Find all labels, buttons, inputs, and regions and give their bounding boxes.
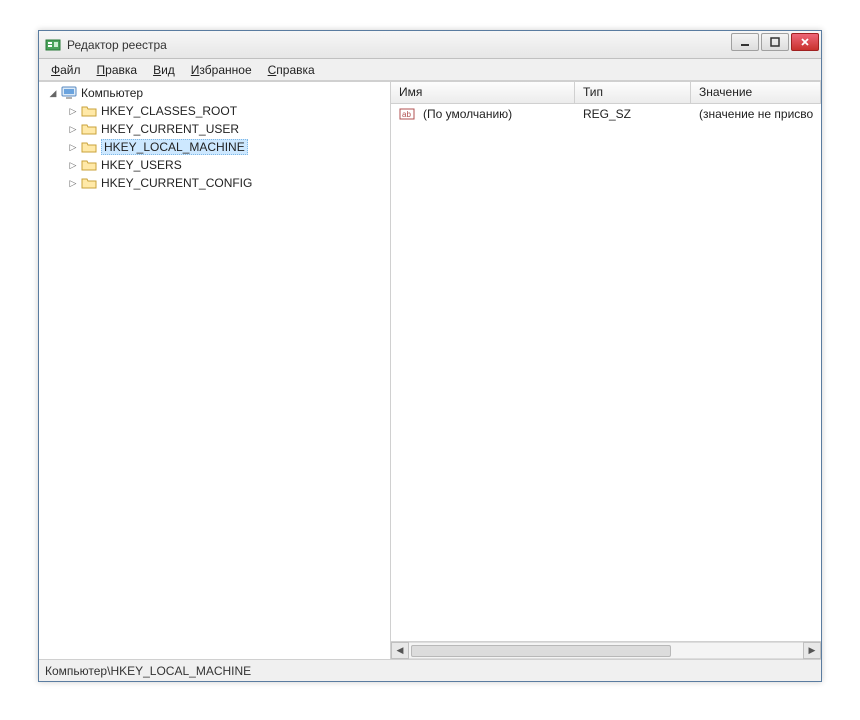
menu-file[interactable]: Файл bbox=[43, 61, 89, 79]
menubar: Файл Правка Вид Избранное Справка bbox=[39, 59, 821, 81]
value-type: REG_SZ bbox=[575, 107, 691, 121]
value-name: (По умолчанию) bbox=[423, 107, 512, 121]
column-header-value[interactable]: Значение bbox=[691, 82, 821, 103]
expander-icon[interactable]: ◢ bbox=[47, 87, 59, 99]
window-controls bbox=[731, 33, 819, 51]
scroll-left-button[interactable]: ◀ bbox=[391, 642, 409, 659]
column-header-name[interactable]: Имя bbox=[391, 82, 575, 103]
client-area: ◢ Компьютер ▷ HKEY_CLASSES_ROOT bbox=[39, 81, 821, 659]
close-button[interactable] bbox=[791, 33, 819, 51]
folder-icon bbox=[81, 103, 97, 119]
window-frame: Редактор реестра Файл Правка Вид Избранн… bbox=[38, 30, 822, 682]
expander-icon[interactable]: ▷ bbox=[67, 141, 79, 153]
tree-item-label: HKEY_CURRENT_USER bbox=[101, 122, 239, 136]
minimize-button[interactable] bbox=[731, 33, 759, 51]
status-path: Компьютер\HKEY_LOCAL_MACHINE bbox=[45, 664, 251, 678]
expander-icon[interactable]: ▷ bbox=[67, 123, 79, 135]
folder-icon bbox=[81, 157, 97, 173]
regedit-icon bbox=[45, 37, 61, 53]
tree-item-selected[interactable]: ▷ HKEY_LOCAL_MACHINE bbox=[39, 138, 390, 156]
folder-icon bbox=[81, 139, 97, 155]
list-header: Имя Тип Значение bbox=[391, 82, 821, 104]
expander-icon[interactable]: ▷ bbox=[67, 105, 79, 117]
tree-item[interactable]: ▷ HKEY_CURRENT_CONFIG bbox=[39, 174, 390, 192]
list-body[interactable]: ab (По умолчанию) REG_SZ (значение не пр… bbox=[391, 104, 821, 641]
titlebar[interactable]: Редактор реестра bbox=[39, 31, 821, 59]
value-data: (значение не присво bbox=[691, 107, 821, 121]
scroll-right-button[interactable]: ▶ bbox=[803, 642, 821, 659]
tree-item-label: HKEY_CLASSES_ROOT bbox=[101, 104, 237, 118]
tree-item[interactable]: ▷ HKEY_CURRENT_USER bbox=[39, 120, 390, 138]
tree-root-label: Компьютер bbox=[81, 86, 143, 100]
scroll-track[interactable] bbox=[409, 642, 803, 659]
menu-edit[interactable]: Правка bbox=[89, 61, 146, 79]
list-row[interactable]: ab (По умолчанию) REG_SZ (значение не пр… bbox=[391, 104, 821, 124]
list-pane: Имя Тип Значение ab (По умолчанию) bbox=[391, 82, 821, 659]
tree-item-label: HKEY_LOCAL_MACHINE bbox=[101, 139, 248, 155]
expander-icon[interactable]: ▷ bbox=[67, 177, 79, 189]
scroll-thumb[interactable] bbox=[411, 645, 671, 657]
menu-view[interactable]: Вид bbox=[145, 61, 183, 79]
folder-icon bbox=[81, 175, 97, 191]
window-title: Редактор реестра bbox=[67, 38, 167, 52]
statusbar: Компьютер\HKEY_LOCAL_MACHINE bbox=[39, 659, 821, 681]
tree-item-label: HKEY_CURRENT_CONFIG bbox=[101, 176, 252, 190]
maximize-button[interactable] bbox=[761, 33, 789, 51]
tree-pane[interactable]: ◢ Компьютер ▷ HKEY_CLASSES_ROOT bbox=[39, 82, 391, 659]
menu-favorites[interactable]: Избранное bbox=[183, 61, 260, 79]
string-value-icon: ab bbox=[399, 106, 415, 122]
tree-root[interactable]: ◢ Компьютер bbox=[39, 84, 390, 102]
tree-item[interactable]: ▷ HKEY_USERS bbox=[39, 156, 390, 174]
svg-text:ab: ab bbox=[402, 110, 411, 119]
folder-icon bbox=[81, 121, 97, 137]
horizontal-scrollbar[interactable]: ◀ ▶ bbox=[391, 641, 821, 659]
menu-help[interactable]: Справка bbox=[260, 61, 323, 79]
column-header-type[interactable]: Тип bbox=[575, 82, 691, 103]
expander-icon[interactable]: ▷ bbox=[67, 159, 79, 171]
tree-item[interactable]: ▷ HKEY_CLASSES_ROOT bbox=[39, 102, 390, 120]
computer-icon bbox=[61, 85, 77, 101]
tree-item-label: HKEY_USERS bbox=[101, 158, 182, 172]
